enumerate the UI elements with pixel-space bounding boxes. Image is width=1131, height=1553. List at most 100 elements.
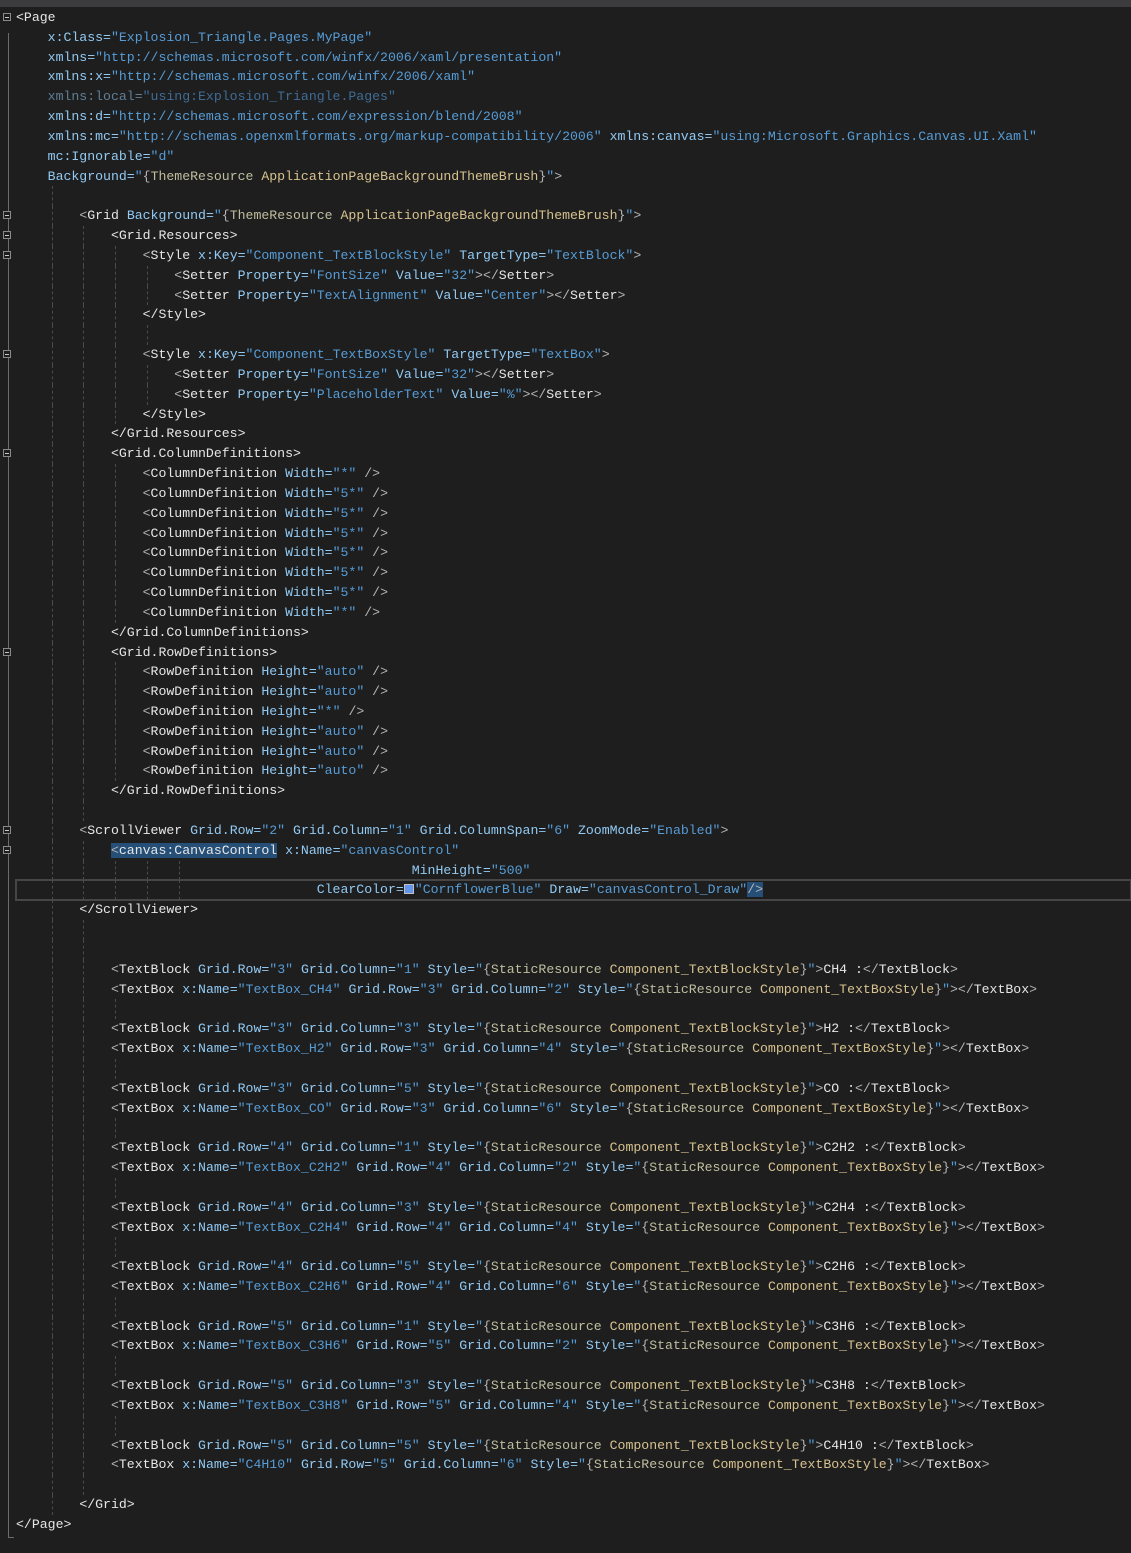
- code-line[interactable]: <TextBlock Grid.Row="3" Grid.Column="3" …: [16, 1019, 1131, 1040]
- collapse-icon[interactable]: [3, 13, 11, 21]
- code-line[interactable]: Background="{ThemeResource ApplicationPa…: [16, 167, 1131, 187]
- attribute-name: x:Name=: [182, 1100, 238, 1116]
- code-line[interactable]: <Grid.Resources>: [3, 226, 1131, 246]
- code-line[interactable]: <TextBox x:Name="TextBox_C2H4" Grid.Row=…: [16, 1217, 1131, 1238]
- code-line[interactable]: <RowDefinition Height="auto" />: [16, 662, 1131, 683]
- code-line[interactable]: <canvas:CanvasControl x:Name="canvasCont…: [3, 840, 1131, 861]
- collapse-icon[interactable]: [3, 350, 11, 359]
- code-line[interactable]: </Grid.ColumnDefinitions>: [16, 622, 1131, 643]
- code-line[interactable]: [16, 920, 1131, 940]
- code-line[interactable]: <ScrollViewer Grid.Row="2" Grid.Column="…: [3, 820, 1131, 841]
- collapse-icon[interactable]: [3, 647, 11, 656]
- code-line[interactable]: [16, 939, 1131, 960]
- code-line[interactable]: MinHeight="500": [16, 860, 1131, 881]
- code-line[interactable]: </Style>: [16, 305, 1131, 326]
- code-line[interactable]: [16, 801, 1131, 821]
- code-line[interactable]: <ColumnDefinition Width="5*" />: [16, 583, 1131, 603]
- code-line[interactable]: x:Class="Explosion_Triangle.Pages.MyPage…: [16, 28, 1131, 48]
- code-line[interactable]: [16, 999, 1131, 1020]
- indent-guide: [83, 781, 85, 802]
- code-line[interactable]: [16, 1237, 1131, 1258]
- code-line[interactable]: [16, 325, 1131, 346]
- code-line[interactable]: <Style x:Key="Component_TextBoxStyle" Ta…: [3, 345, 1131, 365]
- code-line[interactable]: <TextBlock Grid.Row="5" Grid.Column="5" …: [16, 1435, 1131, 1456]
- code-line[interactable]: <TextBlock Grid.Row="4" Grid.Column="5" …: [16, 1257, 1131, 1277]
- code-line[interactable]: <TextBox x:Name="C4H10" Grid.Row="5" Gri…: [16, 1455, 1131, 1476]
- code-line[interactable]: <TextBlock Grid.Row="5" Grid.Column="1" …: [16, 1316, 1131, 1337]
- code-line[interactable]: <TextBox x:Name="TextBox_C3H6" Grid.Row=…: [16, 1336, 1131, 1357]
- indent-guide: [83, 444, 85, 465]
- code-line[interactable]: mc:Ignorable="d": [16, 147, 1131, 167]
- code-line[interactable]: <Setter Property="FontSize" Value="32"><…: [16, 265, 1131, 286]
- code-line[interactable]: <RowDefinition Height="auto" />: [16, 761, 1131, 782]
- collapse-icon[interactable]: [3, 250, 11, 259]
- markup-extension: StaticResource: [490, 961, 610, 977]
- code-line[interactable]: [16, 1356, 1131, 1377]
- code-line[interactable]: xmlns="http://schemas.microsoft.com/winf…: [16, 48, 1131, 68]
- code-line[interactable]: <Page: [3, 8, 1131, 28]
- code-line[interactable]: <ColumnDefinition Width="5*" />: [16, 563, 1131, 584]
- code-line[interactable]: [16, 1415, 1131, 1436]
- code-line[interactable]: xmlns:local="using:Explosion_Triangle.Pa…: [16, 87, 1131, 107]
- code-line[interactable]: <TextBox x:Name="TextBox_C2H6" Grid.Row=…: [16, 1277, 1131, 1297]
- code-line[interactable]: <TextBox x:Name="TextBox_C2H2" Grid.Row=…: [16, 1158, 1131, 1178]
- attribute-value: "TextBox_C2H4": [237, 1219, 349, 1235]
- code-line[interactable]: [16, 1296, 1131, 1317]
- code-line[interactable]: ClearColor= "CornflowerBlue" Draw="canvas…: [15, 879, 1131, 902]
- code-line[interactable]: <ColumnDefinition Width="5*" />: [16, 483, 1131, 504]
- code-line[interactable]: [16, 1118, 1131, 1139]
- code-line[interactable]: [16, 1177, 1131, 1198]
- code-line[interactable]: </Grid.RowDefinitions>: [16, 781, 1131, 802]
- code-line[interactable]: </Style>: [16, 404, 1131, 425]
- code-line[interactable]: <Grid Background="{ThemeResource Applica…: [3, 206, 1131, 227]
- tag-bracket: </: [965, 1219, 982, 1235]
- code-line[interactable]: <TextBlock Grid.Row="4" Grid.Column="3" …: [16, 1197, 1131, 1218]
- code-line[interactable]: [16, 1475, 1131, 1496]
- code-line[interactable]: <ColumnDefinition Width="5*" />: [16, 523, 1131, 544]
- code-line[interactable]: <Setter Property="TextAlignment" Value="…: [16, 285, 1131, 306]
- code-line[interactable]: </Grid>: [16, 1495, 1131, 1515]
- collapse-icon[interactable]: [3, 825, 11, 834]
- code-line[interactable]: <Style x:Key="Component_TextBlockStyle" …: [3, 245, 1131, 266]
- code-line[interactable]: <TextBox x:Name="TextBox_CO" Grid.Row="3…: [16, 1098, 1131, 1119]
- code-line[interactable]: </Page>: [16, 1515, 1131, 1535]
- code-line[interactable]: <TextBox x:Name="TextBox_CH4" Grid.Row="…: [16, 979, 1131, 1000]
- code-line[interactable]: </Grid.Resources>: [16, 424, 1131, 445]
- collapse-icon[interactable]: [3, 211, 11, 220]
- code-line[interactable]: <RowDefinition Height="*" />: [16, 701, 1131, 722]
- indent-guide: [51, 1058, 53, 1079]
- code-line[interactable]: <ColumnDefinition Width="*" />: [16, 464, 1131, 484]
- code-line[interactable]: <ColumnDefinition Width="*" />: [16, 602, 1131, 623]
- markup-extension: StaticResource: [649, 1219, 768, 1235]
- code-line[interactable]: <TextBox x:Name="TextBox_H2" Grid.Row="3…: [16, 1039, 1131, 1059]
- code-line[interactable]: [16, 1058, 1131, 1079]
- collapse-icon[interactable]: [3, 845, 11, 854]
- code-line[interactable]: <TextBlock Grid.Row="3" Grid.Column="5" …: [16, 1078, 1131, 1099]
- code-line[interactable]: xmlns:mc="http://schemas.openxmlformats.…: [16, 127, 1131, 147]
- brace: {: [483, 1080, 491, 1096]
- indent-guide: [51, 245, 53, 266]
- code-line[interactable]: <ColumnDefinition Width="5*" />: [16, 543, 1131, 564]
- code-editor[interactable]: <Page x:Class="Explosion_Triangle.Pages.…: [3, 8, 1131, 1535]
- code-line[interactable]: <Grid.ColumnDefinitions>: [3, 444, 1131, 465]
- code-line[interactable]: <RowDefinition Height="auto" />: [16, 721, 1131, 742]
- code-line[interactable]: <TextBlock Grid.Row="5" Grid.Column="3" …: [16, 1376, 1131, 1396]
- code-line[interactable]: <RowDefinition Height="auto" />: [16, 682, 1131, 702]
- indent-guide: [146, 860, 148, 881]
- code-line[interactable]: xmlns:x="http://schemas.microsoft.com/wi…: [16, 67, 1131, 87]
- code-line[interactable]: <TextBlock Grid.Row="4" Grid.Column="1" …: [16, 1138, 1131, 1159]
- code-line[interactable]: <TextBox x:Name="TextBox_C3H8" Grid.Row=…: [16, 1395, 1131, 1416]
- code-line[interactable]: <Setter Property="FontSize" Value="32"><…: [16, 364, 1131, 385]
- code-line[interactable]: <RowDefinition Height="auto" />: [16, 741, 1131, 762]
- code-line[interactable]: <TextBlock Grid.Row="3" Grid.Column="1" …: [16, 959, 1131, 980]
- indent-guide: [146, 384, 148, 405]
- indent-guide: [51, 701, 53, 722]
- code-line[interactable]: [16, 186, 1131, 207]
- code-line[interactable]: <ColumnDefinition Width="5*" />: [16, 503, 1131, 524]
- collapse-icon[interactable]: [3, 231, 11, 240]
- code-line[interactable]: xmlns:d="http://schemas.microsoft.com/ex…: [16, 107, 1131, 127]
- code-line[interactable]: <Grid.RowDefinitions>: [3, 642, 1131, 663]
- code-line[interactable]: <Setter Property="PlaceholderText" Value…: [16, 384, 1131, 405]
- collapse-icon[interactable]: [3, 449, 11, 458]
- code-line[interactable]: </ScrollViewer>: [16, 900, 1131, 921]
